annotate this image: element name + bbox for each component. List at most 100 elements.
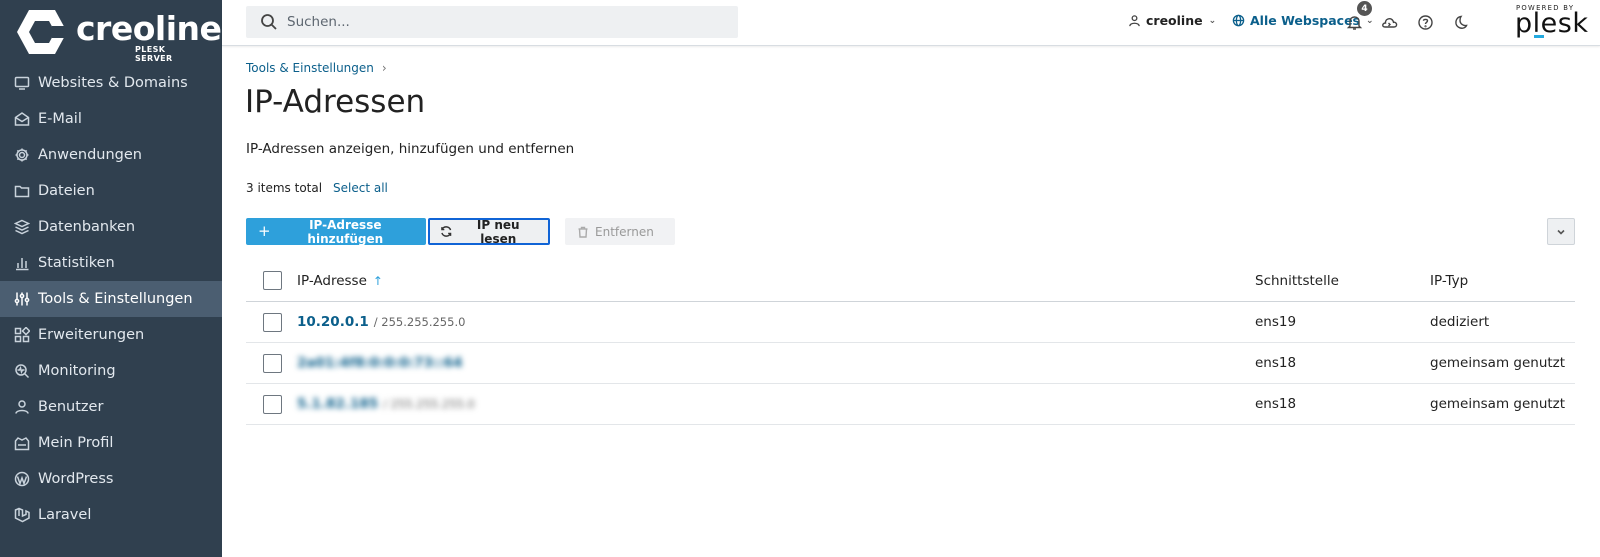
brand-subtitle: PLESK SERVER	[135, 45, 173, 63]
interface-cell: ens19	[1255, 314, 1297, 330]
select-all-checkbox[interactable]	[263, 271, 282, 290]
sidebar-item-tools-einstellungen[interactable]: Tools & Einstellungen	[0, 281, 222, 317]
bell-icon	[1346, 15, 1362, 30]
sidebar-item-label: Datenbanken	[38, 219, 136, 235]
ip-link[interactable]: 5.1.82.185	[297, 396, 378, 412]
sidebar-item-wordpress[interactable]: WordPress	[0, 461, 222, 497]
page-description: IP-Adressen anzeigen, hinzufügen und ent…	[246, 141, 575, 157]
add-ip-button[interactable]: + IP-Adresse hinzufügen	[246, 217, 426, 246]
column-header-interface: Schnittstelle	[1255, 273, 1339, 289]
sidebar-item-monitoring[interactable]: Monitoring	[0, 353, 222, 389]
breadcrumb-link-tools[interactable]: Tools & Einstellungen	[246, 61, 374, 75]
sidebar-item-label: Mein Profil	[38, 435, 114, 451]
chevron-down-icon: ⌄	[1208, 15, 1217, 26]
breadcrumb: Tools & Einstellungen ›	[246, 61, 387, 75]
ip-type-cell: gemeinsam genutzt	[1430, 355, 1566, 371]
sidebar-item-dateien[interactable]: Dateien	[0, 173, 222, 209]
search-box[interactable]	[246, 6, 738, 38]
profile-icon	[13, 434, 31, 452]
puzzle-icon	[13, 326, 31, 344]
ip-mask: / 255.255.255.0	[383, 397, 475, 411]
page-title: IP-Adressen	[245, 84, 426, 120]
trash-icon	[578, 226, 588, 238]
help-button[interactable]	[1415, 12, 1435, 32]
sidebar-item-label: Erweiterungen	[38, 327, 145, 343]
sidebar-item-anwendungen[interactable]: Anwendungen	[0, 137, 222, 173]
interface-cell: ens18	[1255, 355, 1297, 371]
sidebar-item-statistiken[interactable]: Statistiken	[0, 245, 222, 281]
reread-ip-button[interactable]: IP neu lesen	[428, 217, 550, 246]
table-row: 2a01:4f8:0:0:0:73::64 ens18 gemeinsam ge…	[246, 343, 1575, 384]
sidebar-item-label: Dateien	[38, 183, 95, 199]
ip-link[interactable]: 2a01:4f8:0:0:0:73::64	[297, 355, 463, 371]
reread-ip-label: IP neu lesen	[476, 217, 520, 246]
row-checkbox[interactable]	[263, 395, 282, 414]
sidebar-item-label: E-Mail	[38, 111, 82, 127]
sidebar-item-label: Statistiken	[38, 255, 115, 271]
chevron-right-icon: ›	[381, 61, 387, 75]
search-icon	[261, 14, 277, 30]
row-checkbox[interactable]	[263, 313, 282, 332]
user-menu[interactable]: creoline ⌄	[1128, 13, 1216, 28]
ip-link[interactable]: 10.20.0.1	[297, 314, 369, 330]
sidebar-item-label: Tools & Einstellungen	[38, 291, 193, 307]
plesk-logo[interactable]: plesk	[1515, 8, 1588, 39]
row-checkbox[interactable]	[263, 354, 282, 373]
creoline-logo[interactable]: creoline PLESK SERVER	[16, 8, 222, 63]
table-header: IP-Adresse ↑ Schnittstelle IP-Typ	[246, 260, 1575, 302]
sidebar-item-laravel[interactable]: Laravel	[0, 497, 222, 533]
plus-icon: +	[258, 222, 271, 240]
refresh-icon	[441, 226, 452, 237]
column-header-ip[interactable]: IP-Adresse ↑	[297, 273, 383, 289]
sidebar-item-label: WordPress	[38, 471, 114, 487]
ip-table: IP-Adresse ↑ Schnittstelle IP-Typ 10.20.…	[246, 260, 1575, 425]
ip-cell: 5.1.82.185 / 255.255.255.0	[297, 396, 475, 412]
remove-label: Entfernen	[595, 224, 654, 239]
cloud-button[interactable]	[1379, 12, 1399, 32]
help-icon	[1417, 14, 1433, 30]
monitoring-icon	[13, 362, 31, 380]
sidebar-item-label: Websites & Domains	[38, 75, 188, 91]
sidebar-item-email[interactable]: E-Mail	[0, 101, 222, 137]
bar-chart-icon	[13, 254, 31, 272]
sidebar-item-mein-profil[interactable]: Mein Profil	[0, 425, 222, 461]
sidebar-item-label: Monitoring	[38, 363, 116, 379]
brand-name: creoline	[76, 9, 222, 48]
folder-icon	[13, 182, 31, 200]
top-bar: creoline ⌄ Alle Webspaces ⌄ 4 POWERED BY…	[222, 0, 1600, 46]
sidebar-item-websites-domains[interactable]: Websites & Domains	[0, 65, 222, 101]
ip-type-cell: dediziert	[1430, 314, 1490, 330]
table-row: 5.1.82.185 / 255.255.255.0 ens18 gemeins…	[246, 384, 1575, 425]
column-header-type: IP-Typ	[1430, 273, 1469, 289]
sidebar: creoline PLESK SERVER Websites & Domains…	[0, 0, 222, 557]
select-all-link[interactable]: Select all	[333, 181, 388, 195]
add-ip-label: IP-Adresse hinzufügen	[307, 217, 384, 246]
dark-mode-button[interactable]	[1450, 12, 1470, 32]
sidebar-item-datenbanken[interactable]: Datenbanken	[0, 209, 222, 245]
laravel-icon	[13, 506, 31, 524]
sidebar-nav: Websites & Domains E-Mail Anwendungen Da…	[0, 65, 222, 533]
gear-icon	[13, 146, 31, 164]
sidebar-item-label: Laravel	[38, 507, 92, 523]
sidebar-item-erweiterungen[interactable]: Erweiterungen	[0, 317, 222, 353]
moon-icon	[1454, 15, 1468, 29]
more-options-button[interactable]	[1547, 218, 1575, 245]
search-input[interactable]	[287, 14, 707, 30]
mail-icon	[13, 110, 31, 128]
wordpress-icon	[13, 470, 31, 488]
items-total: 3 items total	[246, 181, 323, 195]
main-content: Tools & Einstellungen › IP-Adressen IP-A…	[222, 46, 1600, 557]
sidebar-item-benutzer[interactable]: Benutzer	[0, 389, 222, 425]
ip-cell: 10.20.0.1 / 255.255.255.0	[297, 314, 465, 330]
sidebar-item-label: Benutzer	[38, 399, 104, 415]
table-row: 10.20.0.1 / 255.255.255.0 ens19 dedizier…	[246, 302, 1575, 343]
user-icon	[13, 398, 31, 416]
remove-button[interactable]: Entfernen	[565, 218, 675, 245]
ip-type-cell: gemeinsam genutzt	[1430, 396, 1566, 412]
sidebar-item-label: Anwendungen	[38, 147, 142, 163]
ip-cell: 2a01:4f8:0:0:0:73::64	[297, 355, 468, 371]
interface-cell: ens18	[1255, 396, 1297, 412]
chevron-down-icon: ⌄	[1366, 15, 1374, 26]
database-icon	[13, 218, 31, 236]
monitor-icon	[13, 74, 31, 92]
